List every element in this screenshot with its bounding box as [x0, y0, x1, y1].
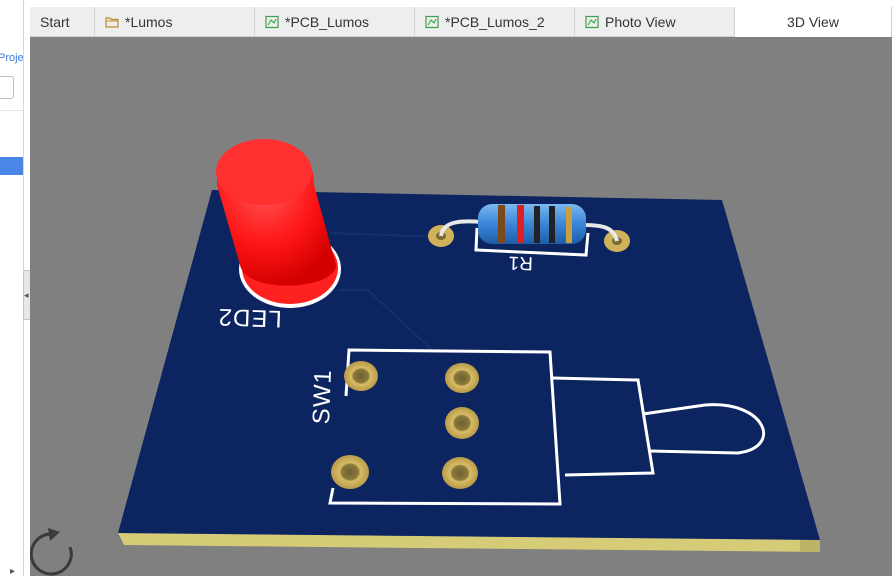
tab-3d-view[interactable]: 3D View	[735, 7, 892, 38]
pcb-icon	[585, 15, 599, 29]
resistor-band	[549, 206, 555, 243]
switch-pad	[331, 455, 369, 489]
tab-pcb-lumos-2[interactable]: *PCB_Lumos_2	[415, 7, 575, 37]
tab-label: Start	[40, 14, 70, 30]
switch-designator: SW1	[308, 369, 337, 425]
tab-label: Photo View	[605, 14, 676, 30]
switch-pad	[445, 407, 479, 439]
chevron-right-icon[interactable]: ▸	[10, 566, 15, 576]
sidebar-selected-item[interactable]	[0, 157, 23, 175]
folder-icon	[105, 17, 119, 28]
tab-photo-view[interactable]: Photo View	[575, 7, 735, 37]
resistor-band	[534, 206, 540, 243]
tab-bar: Start *Lumos *PCB_Lumos *PCB_Lumos_2 Pho…	[30, 7, 892, 38]
switch-pad	[442, 457, 478, 489]
sidebar-panel: Projects	[0, 0, 24, 576]
led-dome	[216, 139, 312, 205]
pcb-3d-scene: R1 LED2 SW1	[30, 139, 820, 576]
tab-label: *PCB_Lumos_2	[445, 14, 545, 30]
3d-viewport[interactable]: R1 LED2 SW1	[30, 37, 892, 576]
tab-pcb-lumos[interactable]: *PCB_Lumos	[255, 7, 415, 37]
app-window: Projects ◂ ▸ Start *Lumos *PCB_Lumos	[0, 0, 892, 576]
pcb-icon	[265, 15, 279, 29]
resistor-designator: R1	[508, 252, 533, 274]
tab-start[interactable]: Start	[30, 7, 95, 37]
resistor-band	[566, 207, 572, 243]
tab-label: *Lumos	[125, 14, 173, 30]
pcb-icon	[425, 15, 439, 29]
resistor-band	[498, 205, 505, 243]
switch-pad	[445, 363, 479, 393]
tab-label: *PCB_Lumos	[285, 14, 370, 30]
switch-pad	[344, 361, 378, 391]
rotate-icon[interactable]	[30, 528, 73, 576]
tab-label: 3D View	[787, 14, 839, 30]
led-designator: LED2	[217, 303, 282, 332]
board-edge-side	[800, 540, 820, 552]
chevron-left-icon: ◂	[24, 290, 29, 300]
sidebar-projects-link[interactable]: Projects	[0, 52, 23, 64]
tab-lumos[interactable]: *Lumos	[95, 7, 255, 37]
sidebar-divider	[0, 110, 23, 111]
sidebar-search-input[interactable]	[0, 76, 14, 99]
resistor-band	[517, 205, 524, 243]
